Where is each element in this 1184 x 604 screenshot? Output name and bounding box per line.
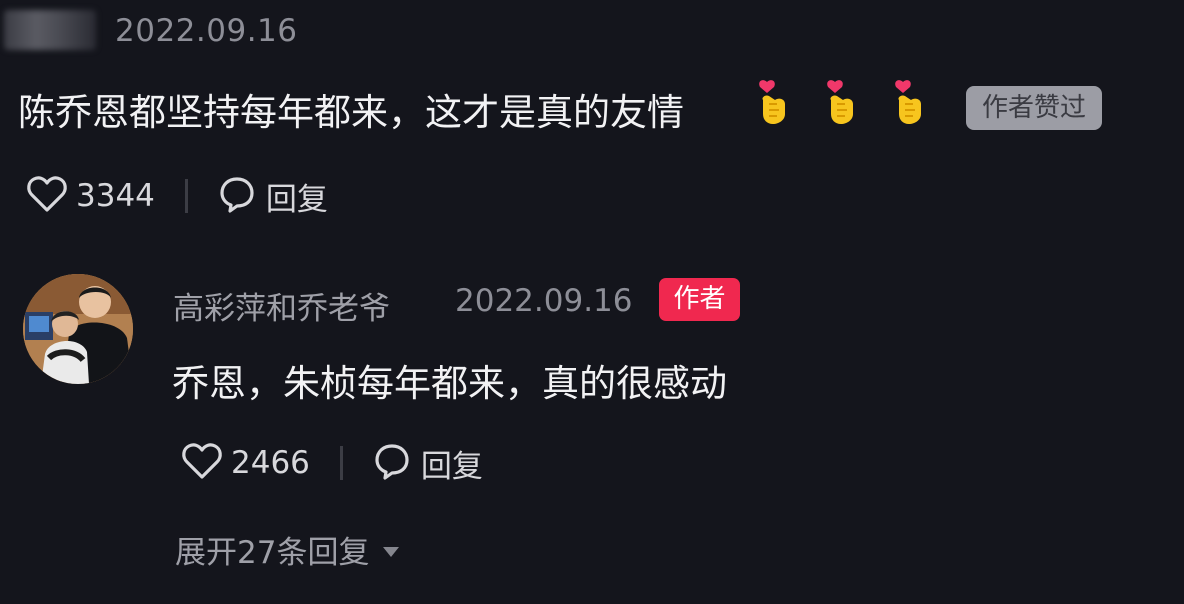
reply-actions: 2466 回复 [181,441,483,485]
like-count: 3344 [76,178,155,214]
like-button[interactable]: 2466 [181,442,310,484]
author-badge: 作者 [659,278,740,321]
like-button[interactable]: 3344 [26,175,155,217]
heart-icon [181,442,223,484]
heart-hands-emoji [755,78,793,126]
blurred-username [4,10,96,50]
expand-replies-label: 展开27条回复 [175,535,370,571]
reply-date: 2022.09.16 [455,283,633,319]
comment-actions: 3344 回复 [26,174,328,218]
avatar[interactable] [23,274,133,384]
reply-text: 乔恩，朱桢每年都来，真的很感动 [172,362,727,405]
expand-replies-button[interactable]: 展开27条回复 [175,527,400,572]
speech-bubble-icon [373,442,411,484]
reply-label: 回复 [265,181,328,218]
heart-hands-emoji [891,78,929,126]
action-divider [184,179,188,213]
reply-button[interactable]: 回复 [373,441,483,486]
comment-date: 2022.09.16 [115,13,298,49]
comment-text: 陈乔恩都坚持每年都来，这才是真的友情 [18,91,684,134]
reply-author-name[interactable]: 高彩萍和乔老爷 [173,283,390,328]
caret-down-icon [383,546,400,557]
like-count: 2466 [231,445,310,481]
author-liked-badge: 作者赞过 [966,86,1102,130]
speech-bubble-icon [218,175,256,217]
reply-button[interactable]: 回复 [218,174,328,219]
heart-hands-emoji [823,78,861,126]
reply-label: 回复 [420,448,483,485]
emoji-row [755,78,959,126]
action-divider [339,446,343,480]
heart-icon [26,175,68,217]
